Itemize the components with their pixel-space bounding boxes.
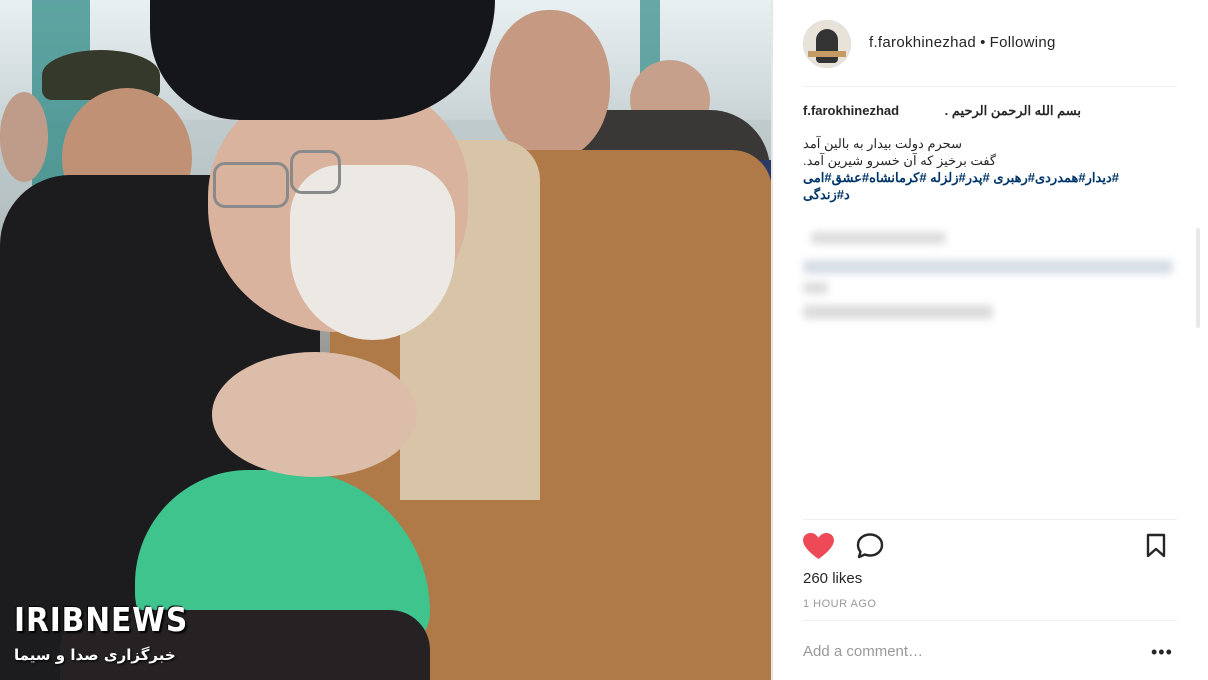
avatar[interactable]	[803, 20, 851, 68]
caption-hashtags-continued[interactable]: د#زندگی	[803, 186, 859, 203]
caption-first-line: f.farokhinezhad بسم الله الرحمن الرحيم .	[803, 102, 1177, 119]
comment-divider	[803, 620, 1177, 621]
comment-icon[interactable]	[855, 532, 885, 560]
caption-line-1: بسم الله الرحمن الرحيم .	[944, 103, 1081, 118]
comments-scrollbar[interactable]	[1196, 228, 1200, 328]
photo-person	[490, 10, 610, 160]
caption-line-2: سحرم دولت بیدار به بالین آمد	[803, 136, 962, 151]
post-photo[interactable]: IRIBNEWS خبرگزاری صدا و سیما	[0, 0, 772, 680]
avatar-desk	[808, 51, 846, 57]
watermark-subtitle: خبرگزاری صدا و سیما	[14, 646, 176, 664]
heart-icon[interactable]	[803, 533, 834, 560]
blurred-comment	[803, 260, 1173, 274]
username-link[interactable]: f.farokhinezhad	[869, 34, 976, 51]
post-timestamp[interactable]: 1 HOUR AGO	[803, 598, 876, 610]
likes-count[interactable]: 260 likes	[803, 570, 862, 587]
blurred-comment	[803, 282, 828, 294]
post-caption: f.farokhinezhad بسم الله الرحمن الرحيم .…	[803, 102, 1177, 203]
blurred-comment	[803, 305, 993, 319]
actions-divider	[803, 519, 1177, 520]
watermark-brand: IRIBNEWS	[14, 600, 189, 639]
add-comment-input[interactable]: Add a comment…	[803, 643, 923, 660]
photo-hand	[212, 352, 417, 477]
separator-dot: •	[980, 34, 986, 51]
caption-username[interactable]: f.farokhinezhad	[803, 102, 899, 119]
header-divider	[803, 86, 1177, 87]
bookmark-icon[interactable]	[1145, 533, 1167, 559]
more-icon[interactable]: •••	[1151, 642, 1173, 663]
photo-glasses	[290, 150, 341, 194]
caption-line-3: گفت برخیز که آن خسرو شیرین آمد.	[803, 153, 997, 168]
following-button[interactable]: Following	[990, 34, 1056, 51]
photo-person	[0, 92, 48, 182]
photo-glasses	[213, 162, 289, 208]
post-side-panel: f.farokhinezhad • Following f.farokhinezha…	[773, 0, 1208, 680]
post-header-text: f.farokhinezhad • Following	[869, 34, 1056, 51]
blurred-comment	[811, 232, 946, 244]
post-header: f.farokhinezhad • Following	[803, 20, 1177, 68]
caption-hashtags[interactable]: #دیدار#همدردی#رهبری #پدر#زلزله #کرمانشاه…	[803, 169, 1177, 186]
post-actions	[803, 530, 1177, 560]
avatar-figure	[816, 29, 838, 63]
